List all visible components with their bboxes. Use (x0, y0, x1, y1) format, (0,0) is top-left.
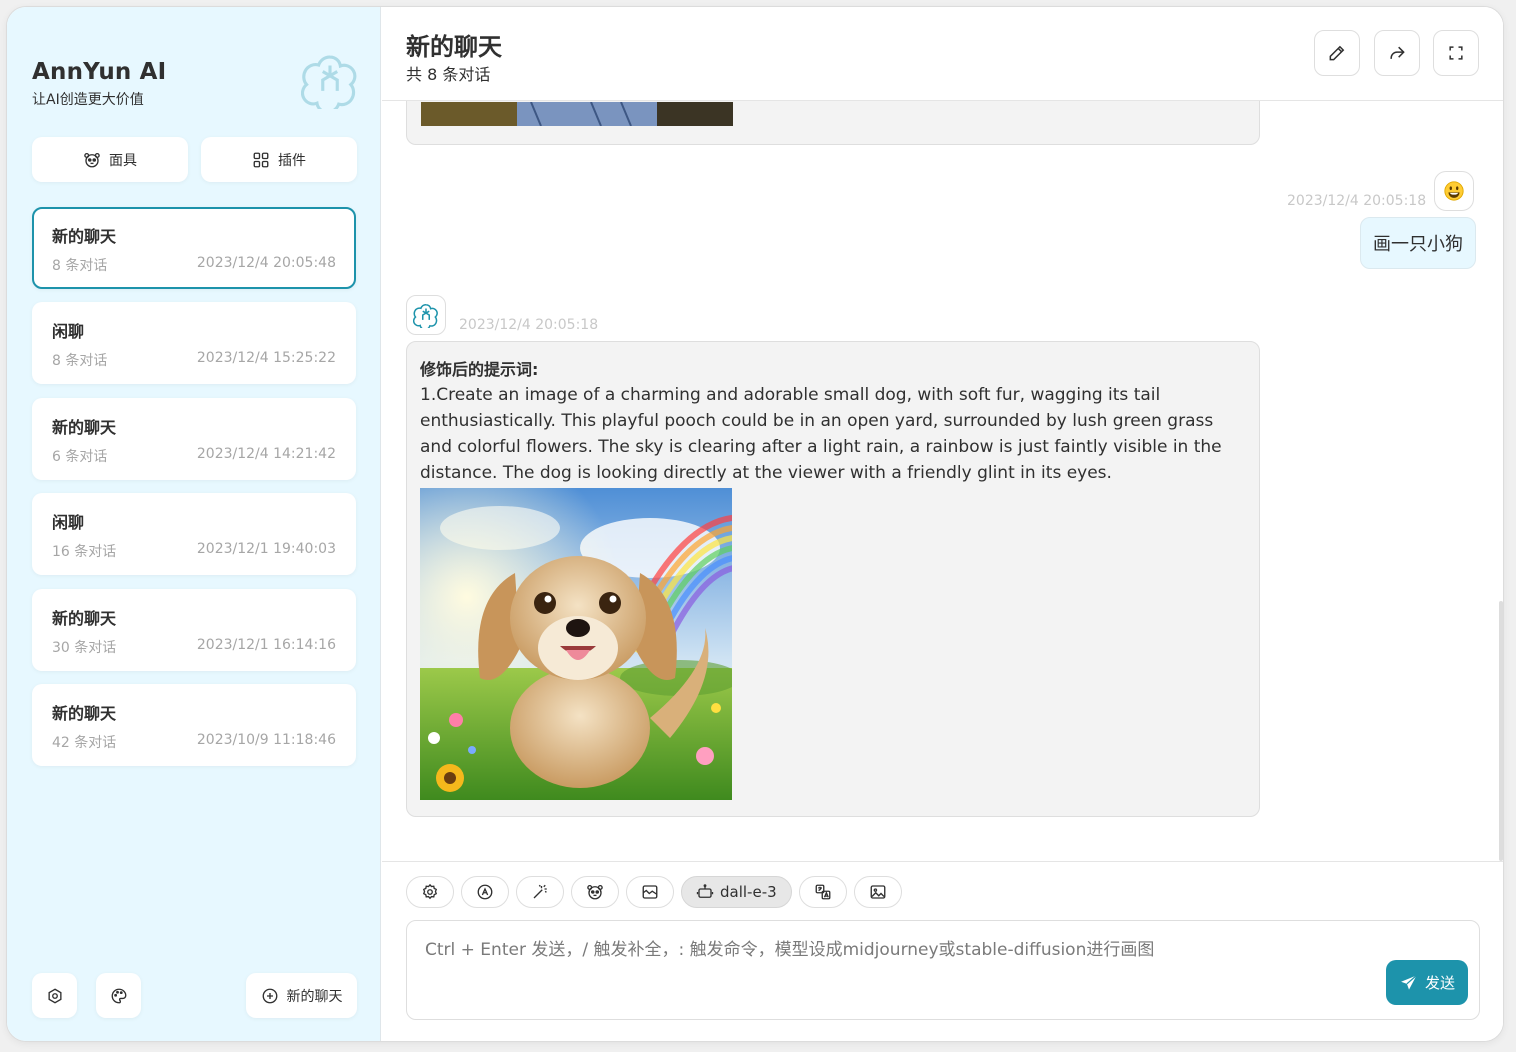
bot-message-bubble: 修饰后的提示词: 1.Create an image of a charming… (406, 341, 1260, 817)
masks-label: 面具 (109, 152, 137, 169)
chat-message-count: 共 8 条对话 (406, 65, 491, 84)
model-label: dall-e-3 (720, 883, 777, 901)
bot-message-text: 1.Create an image of a charming and ador… (420, 385, 1222, 483)
message-input-container: 发送 (406, 920, 1480, 1020)
break-icon (642, 885, 658, 899)
chat-item-time: 2023/12/1 19:40:03 (196, 541, 336, 558)
previous-bot-bubble (406, 101, 1260, 145)
new-chat-button[interactable]: 新的聊天 (246, 973, 357, 1018)
smiley-icon (1444, 181, 1464, 201)
user-message-bubble: 画一只小狗 (1360, 217, 1476, 269)
brand-subtitle: 让AI创造更大价值 (32, 92, 144, 108)
chat-item-time: 2023/12/4 20:05:48 (196, 255, 336, 271)
bot-avatar (406, 295, 446, 335)
palette-icon (111, 988, 126, 1003)
upload-image-tool[interactable] (853, 876, 902, 908)
chat-item-count: 6 条对话 (52, 448, 108, 465)
generated-dog-image[interactable] (420, 488, 732, 800)
chat-header: 新的聊天 共 8 条对话 (382, 7, 1503, 101)
openai-logo-icon (301, 55, 357, 109)
share-arrow-icon (1390, 46, 1405, 59)
chat-item-title: 闲聊 (52, 322, 85, 342)
auto-theme-tool[interactable] (461, 876, 509, 908)
clear-context-tool[interactable] (626, 876, 674, 908)
masks-button[interactable]: 面具 (32, 137, 188, 182)
settings-icon (47, 987, 62, 1004)
chat-item-count: 16 条对话 (52, 544, 117, 561)
chat-item-count: 8 条对话 (52, 353, 108, 370)
chat-item-title: 新的聊天 (52, 608, 117, 628)
brand-title: AnnYun AI (32, 59, 167, 85)
openai-logo-icon (413, 303, 438, 328)
chat-title: 新的聊天 (406, 33, 502, 61)
chat-main: 新的聊天 共 8 条对话 2023/12/4 20:05:18 画一只小狗 20… (382, 7, 1503, 1041)
mask-tool[interactable] (571, 876, 619, 908)
chat-item-time: 2023/12/4 14:21:42 (196, 445, 336, 462)
bot-message-heading: 修饰后的提示词: (420, 360, 539, 379)
plus-circle-icon (262, 988, 277, 1003)
chat-item-count: 30 条对话 (52, 639, 117, 656)
message-list: 2023/12/4 20:05:18 画一只小狗 2023/12/4 20:05… (382, 101, 1503, 861)
translate-tool[interactable] (798, 876, 847, 908)
mask-icon (84, 152, 100, 167)
share-button[interactable] (1374, 30, 1420, 76)
new-chat-label: 新的聊天 (286, 988, 343, 1005)
settings-button[interactable] (32, 973, 77, 1018)
auto-icon (477, 884, 493, 900)
message-input[interactable] (407, 921, 1479, 1019)
model-selector[interactable]: dall-e-3 (681, 876, 792, 908)
message-scrollbar[interactable] (1499, 601, 1503, 861)
plugins-label: 插件 (278, 152, 306, 169)
app-window: AnnYun AI 让AI创造更大价值 面具 插件 新的聊天 8 条对话202 (6, 6, 1504, 1042)
grid-icon (253, 152, 269, 167)
pencil-icon (1329, 45, 1345, 61)
chat-item[interactable]: 新的聊天 8 条对话 2023/12/4 20:05:48 (32, 207, 356, 289)
previous-generated-image (421, 102, 733, 126)
chat-item[interactable]: 新的聊天 42 条对话 2023/10/9 11:18:46 (32, 683, 356, 766)
send-label: 发送 (1424, 974, 1455, 992)
user-avatar (1434, 171, 1474, 211)
theme-button[interactable] (96, 973, 141, 1018)
send-button[interactable]: 发送 (1386, 960, 1468, 1005)
plugins-button[interactable]: 插件 (201, 137, 357, 182)
chat-item-time: 2023/12/4 15:25:22 (196, 350, 336, 367)
chat-settings-tool[interactable] (406, 876, 454, 908)
translate-icon (815, 884, 831, 900)
chat-item-title: 闲聊 (52, 513, 85, 533)
brand: AnnYun AI 让AI创造更大价值 (32, 59, 166, 109)
bot-message-time: 2023/12/4 20:05:18 (459, 317, 599, 333)
chat-item-title: 新的聊天 (52, 703, 117, 723)
chat-item[interactable]: 闲聊 16 条对话 2023/12/1 19:40:03 (32, 493, 356, 576)
chat-item-title: 新的聊天 (52, 417, 117, 437)
composer: dall-e-3 Ctrl + Enter 发送，/ 触发补全，: 触发命令，模… (382, 861, 1503, 1041)
chat-item[interactable]: 新的聊天 6 条对话 2023/12/4 14:21:42 (32, 397, 356, 480)
fullscreen-button[interactable] (1433, 30, 1479, 76)
magic-wand-icon (533, 884, 547, 899)
image-icon (870, 885, 886, 899)
send-icon (1401, 974, 1417, 990)
prompt-tool[interactable] (516, 876, 564, 908)
chat-item-title: 新的聊天 (52, 227, 117, 246)
expand-icon (1449, 46, 1463, 60)
chat-item-time: 2023/12/1 16:14:16 (196, 636, 336, 653)
chat-item-time: 2023/10/9 11:18:46 (196, 731, 336, 748)
user-message-time: 2023/12/4 20:05:18 (1287, 193, 1427, 209)
chat-item-count: 8 条对话 (52, 258, 108, 274)
gear-icon (422, 883, 438, 900)
mask-icon (587, 884, 603, 900)
chat-item-count: 42 条对话 (52, 734, 117, 751)
composer-toolbar: dall-e-3 (406, 876, 902, 908)
robot-icon (696, 884, 714, 898)
chat-item[interactable]: 闲聊 8 条对话 2023/12/4 15:25:22 (32, 302, 356, 385)
rename-button[interactable] (1314, 30, 1360, 76)
chat-item[interactable]: 新的聊天 30 条对话 2023/12/1 16:14:16 (32, 588, 356, 671)
chat-list: 新的聊天 8 条对话 2023/12/4 20:05:48 闲聊 8 条对话 202… (32, 207, 356, 779)
sidebar: AnnYun AI 让AI创造更大价值 面具 插件 新的聊天 8 条对话202 (7, 7, 381, 1041)
